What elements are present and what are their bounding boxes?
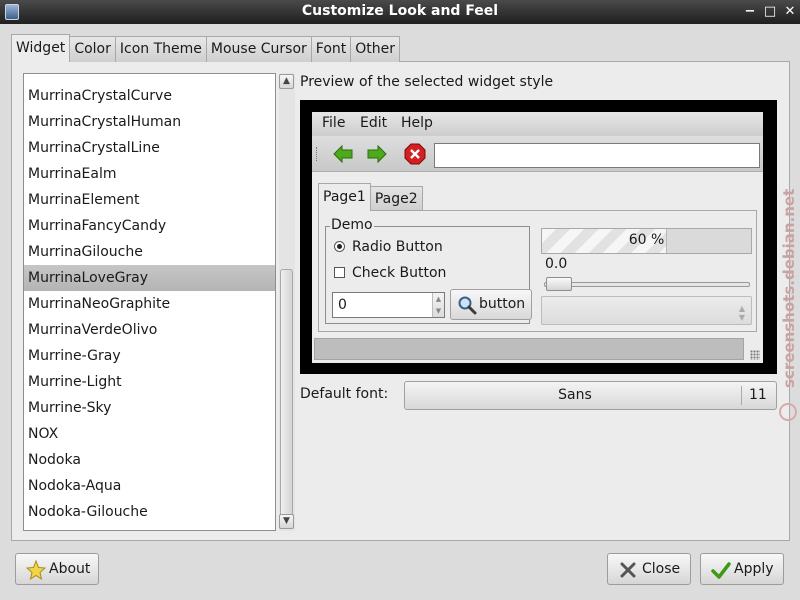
scrollbar-thumb[interactable] (280, 269, 293, 529)
toolbar-grip (316, 147, 319, 161)
list-item[interactable]: MurrinaNeoGraphite (24, 291, 275, 317)
tab-widget[interactable]: Widget (11, 34, 71, 62)
resize-grip-icon[interactable] (750, 350, 760, 360)
checkmark-icon (711, 562, 731, 579)
preview-window: File Edit Help Page1 Page2 Demo Radio Bu… (312, 112, 763, 363)
theme-list[interactable]: MurrinaCrystalCurve MurrinaCrystalHuman Mu… (23, 73, 276, 531)
scroll-down-icon[interactable]: ▼ (279, 514, 294, 529)
widget-preview: File Edit Help Page1 Page2 Demo Radio Bu… (300, 100, 777, 374)
stop-icon[interactable] (404, 143, 426, 165)
default-font-label: Default font: (300, 386, 389, 402)
check-button[interactable]: Check Button (334, 265, 446, 281)
tab-font[interactable]: Font (310, 36, 352, 62)
list-item[interactable]: MurrinaCrystalLine (24, 135, 275, 161)
tab-bar: Widget Color Icon Theme Mouse Cursor Fon… (11, 34, 401, 62)
list-item[interactable]: MurrinaCrystalHuman (24, 109, 275, 135)
list-item[interactable]: Murrine-Sky (24, 395, 275, 421)
scroll-up-icon[interactable]: ▲ (279, 74, 294, 89)
tab-mouse-cursor[interactable]: Mouse Cursor (205, 36, 312, 62)
preview-tab-page2[interactable]: Page2 (369, 186, 423, 211)
list-item[interactable]: MurrinaCrystalCurve (24, 83, 275, 109)
progress-bar: 60 % (541, 228, 752, 254)
window-title: Customize Look and Feel (301, 3, 499, 19)
preview-combo-box[interactable]: ▲ ▼ (541, 296, 752, 325)
watermark: screenshots.debian.net (779, 189, 798, 421)
about-button[interactable]: About (15, 553, 99, 585)
list-item[interactable]: Nodoka-Aqua (24, 473, 275, 499)
combo-arrow-icon: ▲ ▼ (738, 304, 745, 322)
demo-frame-title: Demo (330, 217, 374, 233)
maximize-icon[interactable]: □ (760, 2, 780, 22)
close-label: Close (642, 561, 681, 577)
close-window-icon[interactable]: ✕ (780, 2, 800, 22)
tab-icon-theme[interactable]: Icon Theme (114, 36, 207, 62)
checkbox-icon[interactable] (334, 267, 345, 278)
spin-value: 0 (338, 297, 347, 313)
list-item[interactable]: MurrinaEalm (24, 161, 275, 187)
demo-frame: Demo Radio Button Check Button 0 ▲▼ but (325, 217, 532, 324)
preview-menu-edit[interactable]: Edit (360, 115, 387, 131)
preview-page: Demo Radio Button Check Button 0 ▲▼ but (318, 210, 757, 332)
about-label: About (49, 561, 91, 577)
scale-value: 0.0 (545, 256, 568, 272)
watermark-logo-icon (779, 403, 797, 421)
minimize-icon[interactable]: − (740, 2, 760, 22)
preview-button[interactable]: button (450, 289, 532, 320)
preview-menubar: File Edit Help (312, 112, 763, 136)
apply-label: Apply (734, 561, 774, 577)
list-item[interactable]: Murrine-Gray (24, 343, 275, 369)
theme-list-scrollbar[interactable]: ▲ ▼ (279, 73, 295, 531)
list-item[interactable]: Murrine-Light (24, 369, 275, 395)
list-item[interactable]: Nodoka (24, 447, 275, 473)
radio-button[interactable]: Radio Button (334, 239, 443, 255)
preview-button-label: button (479, 296, 526, 312)
preview-label: Preview of the selected widget style (300, 74, 554, 90)
preview-menu-file[interactable]: File (322, 115, 345, 131)
font-size: 11 (749, 387, 767, 403)
list-item[interactable]: MurrinaFancyCandy (24, 213, 275, 239)
title-bar[interactable]: Customize Look and Feel − □ ✕ (0, 0, 800, 24)
scale-track[interactable] (544, 282, 750, 287)
list-item[interactable]: Nodoka-Gilouche (24, 499, 275, 525)
list-item[interactable]: MurrinaLoveGray (24, 265, 275, 291)
check-label: Check Button (352, 265, 447, 281)
close-button[interactable]: Close (607, 553, 691, 585)
tab-color[interactable]: Color (69, 36, 116, 62)
watermark-text: screenshots.debian.net (780, 189, 798, 388)
list-item[interactable]: MurrinaElement (24, 187, 275, 213)
forward-arrow-icon[interactable] (366, 143, 388, 165)
apply-button[interactable]: Apply (700, 553, 784, 585)
back-arrow-icon[interactable] (332, 143, 354, 165)
star-icon (26, 560, 46, 580)
progress-text: 60 % (628, 232, 665, 248)
close-icon (620, 562, 636, 578)
preview-toolbar (312, 136, 763, 172)
preview-text-entry[interactable] (434, 143, 760, 168)
radio-label: Radio Button (352, 239, 443, 255)
spin-arrows-icon[interactable]: ▲ ▼ (432, 293, 444, 317)
preview-tab-bar: Page1 Page2 (318, 183, 423, 211)
radio-icon[interactable] (334, 241, 345, 252)
tab-other[interactable]: Other (350, 36, 401, 62)
spin-button[interactable]: 0 ▲ ▼ (332, 292, 445, 318)
list-item[interactable]: NOX (24, 421, 275, 447)
scale-slider-handle[interactable] (546, 277, 572, 291)
magnifier-icon (458, 296, 477, 315)
list-item[interactable]: MurrinaVerdeOlivo (24, 317, 275, 343)
list-item[interactable]: MurrinaGilouche (24, 239, 275, 265)
preview-statusbar (314, 338, 744, 360)
default-font-button[interactable]: Sans 11 (404, 381, 777, 410)
preview-tab-page1[interactable]: Page1 (318, 183, 371, 211)
preview-menu-help[interactable]: Help (401, 115, 433, 131)
font-name: Sans (558, 387, 592, 403)
font-separator (741, 386, 742, 405)
